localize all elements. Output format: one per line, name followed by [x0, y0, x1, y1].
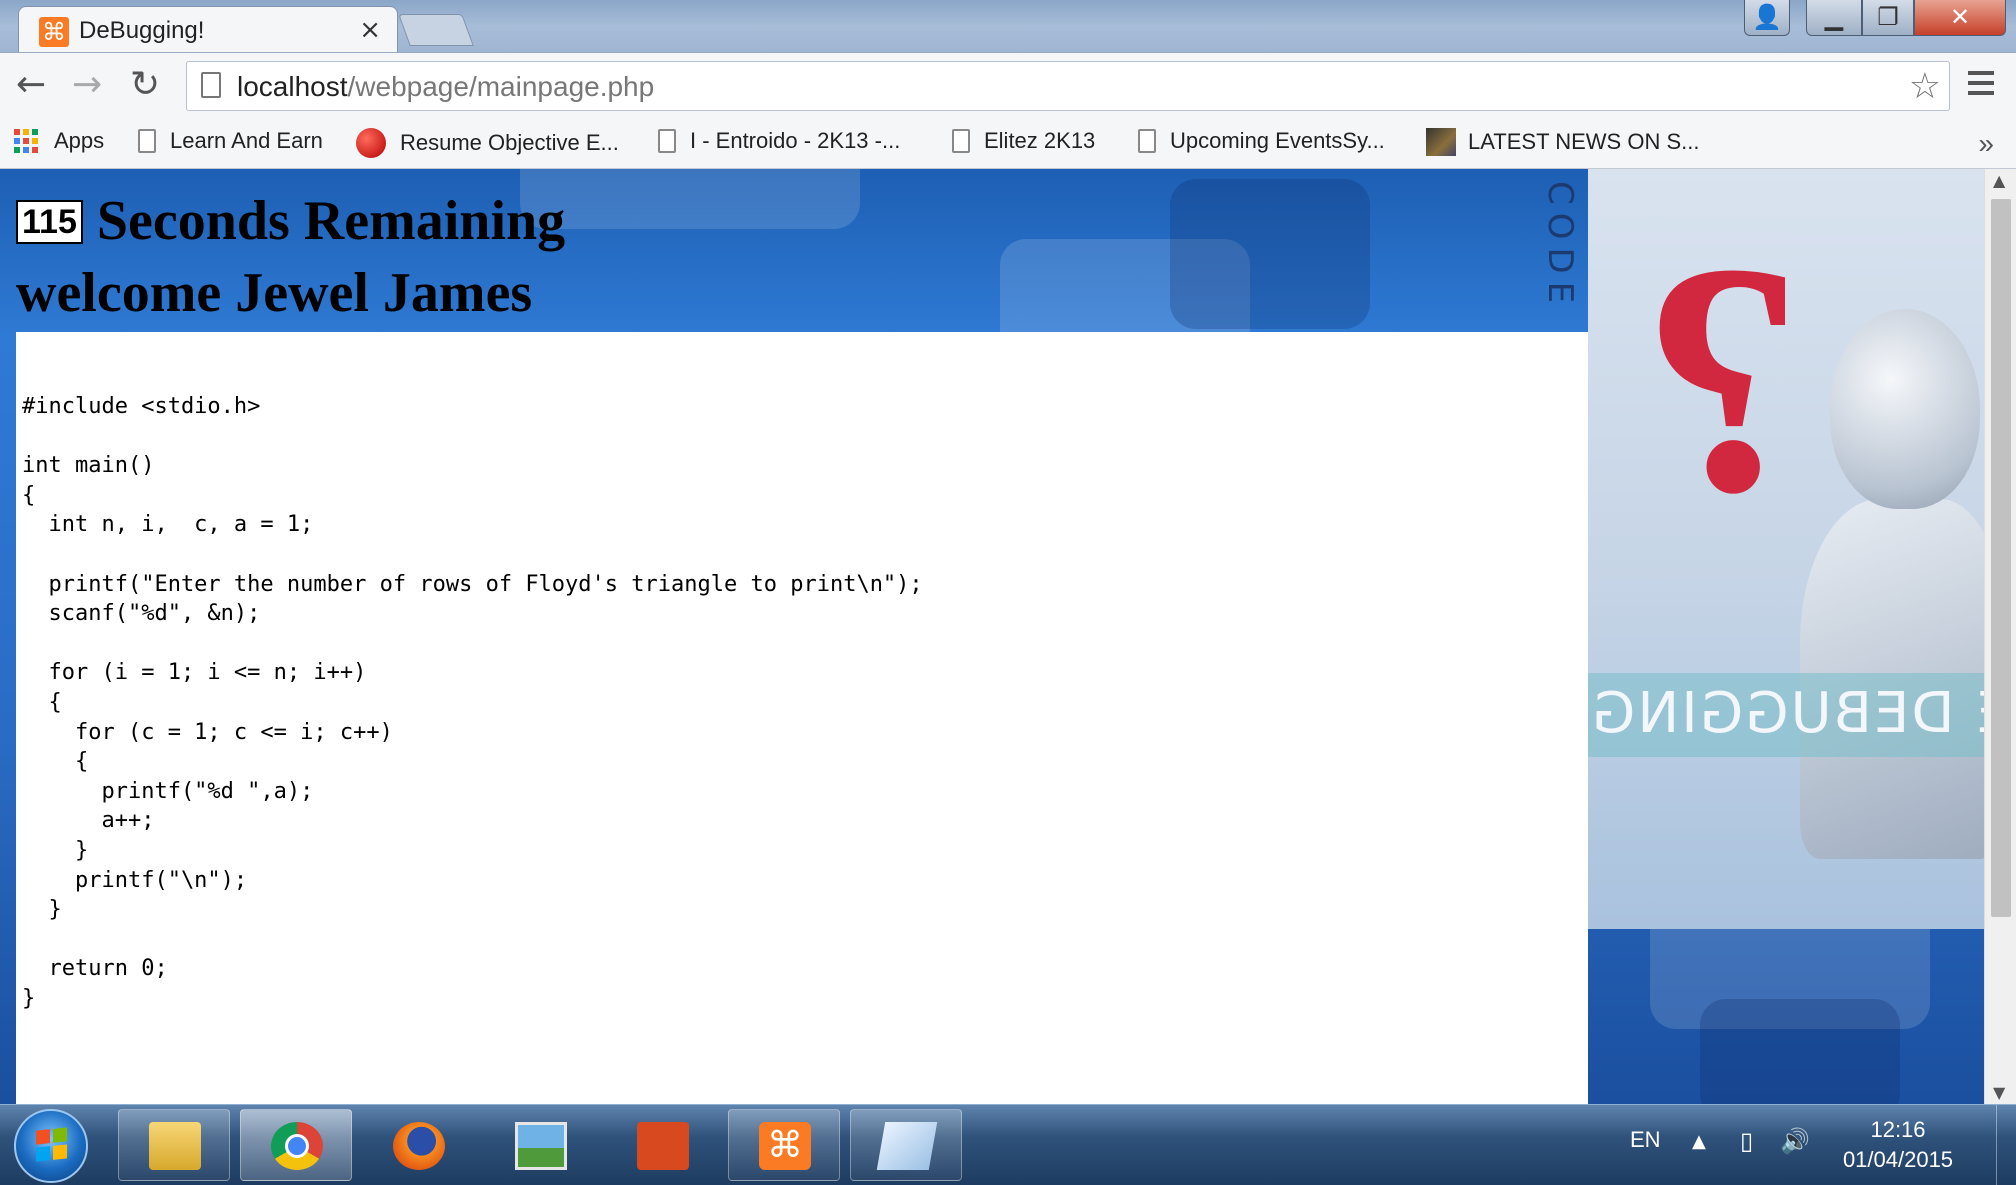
page-icon — [952, 129, 970, 153]
red-ball-icon — [356, 128, 386, 158]
start-button[interactable] — [14, 1109, 88, 1183]
tab-title: DeBugging! — [79, 17, 205, 44]
powerpoint-icon — [637, 1122, 689, 1170]
profile-icon[interactable]: 👤 — [1744, 0, 1790, 36]
taskbar-powerpoint[interactable] — [606, 1109, 718, 1181]
scrollbar-thumb[interactable] — [1991, 199, 2011, 917]
chrome-menu-icon[interactable] — [1968, 71, 1994, 101]
page-icon — [1138, 129, 1156, 153]
timer-heading: 115 Seconds Remaining — [16, 189, 565, 253]
question-mark-graphic: ? — [1640, 196, 1805, 561]
tab-close-icon[interactable]: × — [359, 15, 381, 45]
browser-tab[interactable]: ⌘ DeBugging! × — [18, 6, 398, 52]
url-path: /webpage/mainpage.php — [347, 71, 655, 102]
url-host: localhost — [237, 71, 348, 102]
page-icon — [138, 129, 156, 153]
bookmark-label: LATEST NEWS ON S... — [1468, 129, 1700, 154]
page-icon — [201, 72, 221, 98]
bookmarks-bar: Apps Learn And Earn Resume Objective E..… — [0, 120, 2016, 169]
vertical-scrollbar[interactable]: ▲ ▼ — [1984, 169, 2016, 1104]
back-arrow-icon[interactable]: ← — [16, 63, 46, 107]
firefox-icon — [393, 1122, 445, 1170]
welcome-heading: welcome Jewel James — [16, 262, 533, 324]
bookmark-label: Upcoming EventsSy... — [1170, 128, 1385, 153]
volume-icon[interactable]: 🔊 — [1780, 1127, 1810, 1155]
apps-grid-icon — [14, 129, 38, 153]
chrome-icon — [271, 1122, 323, 1170]
bookmark-label: I - Entroido - 2K13 -... — [690, 128, 901, 153]
folder-icon — [149, 1122, 201, 1170]
restore-button[interactable]: ❐ — [1862, 0, 1914, 36]
robot-graphic-head — [1830, 309, 1980, 509]
timer-label: Seconds Remaining — [96, 190, 566, 252]
background-tile — [520, 169, 860, 229]
minimize-button[interactable]: ▁ — [1806, 0, 1862, 36]
scroll-down-arrow-icon[interactable]: ▼ — [1993, 1083, 2005, 1102]
taskbar-firefox[interactable] — [362, 1109, 474, 1181]
taskbar-notepad[interactable] — [850, 1109, 962, 1181]
photo-viewer-icon — [515, 1122, 567, 1170]
background-tile — [1700, 999, 1900, 1104]
bookmark-label: Learn And Earn — [170, 128, 323, 153]
side-banner-text: CODE DEBUGGING — [1590, 681, 1984, 746]
windows-taskbar: ⌘ EN ▲ ▯ 🔊 12:16 01/04/2015 — [0, 1104, 2016, 1185]
bookmark-upcoming-events[interactable]: Upcoming EventsSy... — [1138, 128, 1385, 154]
reload-icon[interactable]: ↻ — [130, 63, 160, 107]
taskbar-xampp[interactable]: ⌘ — [728, 1109, 840, 1181]
notepad-icon — [876, 1122, 938, 1170]
window-titlebar: ⌘ DeBugging! × 👤 ▁ ❐ ✕ — [0, 0, 2016, 52]
code-panel: #include <stdio.h> int main() { int n, i… — [16, 332, 1588, 1104]
clock-time: 12:16 — [1870, 1117, 1926, 1142]
forward-arrow-icon[interactable]: → — [72, 63, 102, 107]
page-viewport: CODE ? ? CODE DEBUGGING 115 Seconds Remai… — [0, 169, 1984, 1104]
show-hidden-icons-arrow-icon[interactable]: ▲ — [1692, 1131, 1706, 1152]
bookmark-label: Resume Objective E... — [400, 130, 619, 155]
bookmark-learn-and-earn[interactable]: Learn And Earn — [138, 128, 323, 154]
taskbar-chrome[interactable] — [240, 1109, 352, 1181]
bookmark-label: Apps — [54, 128, 105, 153]
bookmark-label: Elitez 2K13 — [984, 128, 1096, 153]
bookmarks-overflow-button[interactable]: » — [1978, 128, 1994, 160]
taskbar-explorer[interactable] — [118, 1109, 230, 1181]
background-tile — [1170, 179, 1370, 329]
bookmark-latest-news[interactable]: LATEST NEWS ON S... — [1426, 128, 1699, 156]
windows-logo-icon — [36, 1127, 67, 1162]
side-vertical-text: CODE ? — [1540, 181, 1580, 357]
language-indicator[interactable]: EN — [1630, 1127, 1661, 1153]
countdown-timer: 115 — [16, 200, 83, 245]
xampp-icon: ⌘ — [759, 1122, 811, 1170]
xampp-favicon-icon: ⌘ — [39, 17, 69, 47]
scroll-up-arrow-icon[interactable]: ▲ — [1993, 171, 2005, 190]
close-window-button[interactable]: ✕ — [1914, 0, 2006, 36]
bookmark-entroido[interactable]: I - Entroido - 2K13 -... — [658, 128, 900, 154]
bookmark-star-icon[interactable]: ☆ — [1909, 66, 1941, 107]
bookmark-resume-objective[interactable]: Resume Objective E... — [356, 128, 619, 158]
bookmark-elitez[interactable]: Elitez 2K13 — [952, 128, 1095, 154]
clock-date: 01/04/2015 — [1842, 1147, 1954, 1172]
thumbnail-icon — [1426, 128, 1456, 156]
bookmark-apps[interactable]: Apps — [14, 128, 104, 154]
page-icon — [658, 129, 676, 153]
show-desktop-button[interactable] — [1996, 1105, 2016, 1185]
address-bar[interactable]: localhost/webpage/mainpage.php ☆ — [186, 61, 1950, 111]
code-listing: #include <stdio.h> int main() { int n, i… — [22, 394, 923, 1011]
browser-toolbar: ← → ↻ localhost/webpage/mainpage.php ☆ — [0, 52, 2016, 121]
system-clock[interactable]: 12:16 01/04/2015 — [1838, 1115, 1958, 1175]
taskbar-photo-viewer[interactable] — [484, 1109, 596, 1181]
battery-icon[interactable]: ▯ — [1740, 1127, 1753, 1155]
url-text[interactable]: localhost/webpage/mainpage.php — [237, 71, 654, 103]
new-tab-button[interactable] — [398, 14, 474, 46]
